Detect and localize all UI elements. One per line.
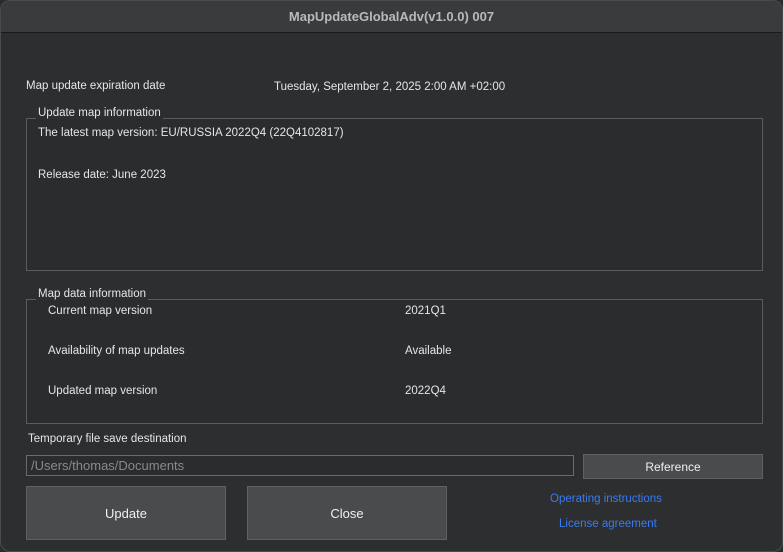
updated-map-version-label: Updated map version — [48, 385, 158, 397]
latest-map-version: The latest map version: EU/RUSSIA 2022Q4… — [38, 127, 344, 139]
release-date: Release date: June 2023 — [38, 169, 166, 181]
expiration-value: Tuesday, September 2, 2025 2:00 AM +02:0… — [274, 81, 506, 93]
updated-map-version-value: 2022Q4 — [405, 385, 446, 397]
map-data-title: Map data information — [36, 288, 149, 300]
reference-button[interactable]: Reference — [583, 454, 763, 479]
current-map-version-label: Current map version — [48, 305, 153, 317]
map-update-availability-label: Availability of map updates — [48, 345, 185, 357]
map-update-availability-value: Available — [405, 345, 452, 357]
close-button[interactable]: Close — [247, 486, 447, 540]
app-window: MapUpdateGlobalAdv(v1.0.0) 007 Map updat… — [0, 0, 783, 552]
update-button[interactable]: Update — [26, 486, 226, 540]
expiration-label: Map update expiration date — [26, 80, 166, 92]
update-info-title: Update map information — [36, 107, 163, 119]
current-map-version-value: 2021Q1 — [405, 305, 446, 317]
license-agreement-link[interactable]: License agreement — [559, 518, 657, 530]
save-path-input[interactable] — [26, 455, 574, 476]
update-info-group: The latest map version: EU/RUSSIA 2022Q4… — [26, 118, 763, 271]
operating-instructions-link[interactable]: Operating instructions — [550, 493, 662, 505]
map-data-group: Current map version 2021Q1 Availability … — [26, 299, 763, 424]
save-destination-label: Temporary file save destination — [28, 433, 187, 445]
window-title: MapUpdateGlobalAdv(v1.0.0) 007 — [1, 1, 782, 33]
